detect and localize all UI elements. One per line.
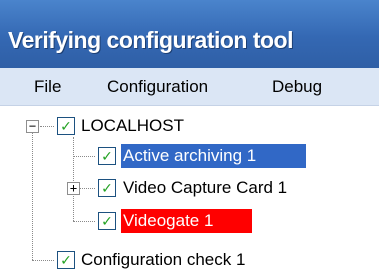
tree-connector bbox=[32, 133, 33, 260]
checkbox-localhost[interactable]: ✓ bbox=[57, 117, 75, 135]
expand-icon[interactable]: + bbox=[67, 182, 80, 195]
tree-connector bbox=[73, 221, 95, 222]
tree-label-video-capture-card[interactable]: Video Capture Card 1 bbox=[121, 176, 289, 200]
tree-connector bbox=[40, 126, 54, 127]
menu-configuration[interactable]: Configuration bbox=[107, 77, 208, 97]
configuration-tree: − ✓ LOCALHOST ✓ Active archiving 1 + ✓ V… bbox=[0, 106, 379, 271]
checkbox-videogate[interactable]: ✓ bbox=[98, 212, 116, 230]
menu-bar: File Configuration Debug bbox=[0, 68, 379, 106]
tree-connector bbox=[73, 156, 95, 157]
collapse-icon[interactable]: − bbox=[26, 120, 39, 133]
title-bar: Verifying configuration tool bbox=[0, 0, 379, 68]
tree-connector bbox=[32, 260, 54, 261]
app-window: Verifying configuration tool File Config… bbox=[0, 0, 379, 271]
window-title: Verifying configuration tool bbox=[8, 27, 294, 53]
tree-label-active-archiving[interactable]: Active archiving 1 bbox=[121, 144, 306, 168]
checkbox-video-capture-card[interactable]: ✓ bbox=[98, 179, 116, 197]
menu-debug[interactable]: Debug bbox=[272, 77, 322, 97]
tree-label-configuration-check[interactable]: Configuration check 1 bbox=[79, 248, 247, 271]
menu-file[interactable]: File bbox=[34, 77, 61, 97]
tree-connector bbox=[80, 188, 95, 189]
checkbox-active-archiving[interactable]: ✓ bbox=[98, 147, 116, 165]
checkbox-configuration-check[interactable]: ✓ bbox=[57, 251, 75, 269]
tree-label-localhost[interactable]: LOCALHOST bbox=[79, 114, 186, 138]
tree-connector bbox=[73, 137, 74, 221]
tree-label-videogate[interactable]: Videogate 1 bbox=[121, 209, 252, 233]
